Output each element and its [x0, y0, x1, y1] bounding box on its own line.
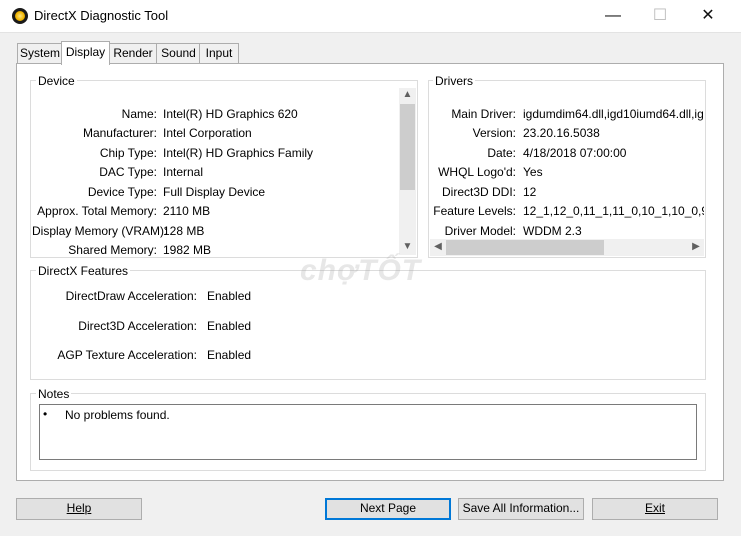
date-value: 4/18/2018 07:00:00	[523, 146, 627, 160]
vram-label: Display Memory (VRAM):	[32, 224, 168, 238]
title-bar: DirectX Diagnostic Tool — ☐ ✕	[0, 0, 741, 33]
whql-value: Yes	[523, 165, 543, 179]
device-name-value: Intel(R) HD Graphics 620	[163, 107, 298, 121]
scroll-left-arrow-icon[interactable]: ◀	[431, 241, 445, 252]
notes-bullet: •	[43, 407, 48, 421]
tab-sound[interactable]: Sound	[156, 43, 201, 63]
save-all-button-label: Save All Information...	[462, 501, 580, 515]
feature-levels-value: 12_1,12_0,11_1,11_0,10_1,10_0,9_3	[523, 204, 704, 218]
drivers-info-list: Main Driver: igdumdim64.dll,igd10iumd64.…	[430, 104, 704, 238]
device-type-value: Full Display Device	[163, 185, 266, 199]
close-button[interactable]: ✕	[685, 0, 731, 32]
scroll-up-arrow-icon[interactable]: ▲	[399, 89, 416, 100]
exit-button-label: Exit	[644, 501, 665, 515]
whql-label: WHQL Logo'd:	[438, 165, 516, 179]
dac-type-value: Internal	[163, 165, 204, 179]
notes-title: Notes	[36, 387, 72, 401]
main-driver-value: igdumdim64.dll,igd10iumd64.dll,igd10iu	[523, 107, 704, 121]
device-scroll-thumb[interactable]	[400, 104, 415, 190]
direct3d-accel-value: Enabled	[207, 319, 252, 333]
notes-text: No problems found.	[65, 408, 170, 422]
version-value: 23.20.16.5038	[523, 126, 600, 140]
watermark: chợTỐT	[300, 254, 422, 287]
tab-system[interactable]: System	[17, 43, 63, 63]
exit-button[interactable]: Exit	[592, 498, 718, 520]
drivers-horizontal-scrollbar[interactable]: ◀ ▶	[430, 239, 704, 256]
agp-texture-value: Enabled	[207, 348, 252, 362]
scroll-right-arrow-icon[interactable]: ▶	[689, 241, 703, 252]
direct3d-ddi-value: 12	[523, 185, 537, 199]
shared-memory-label: Shared Memory:	[68, 243, 157, 256]
tab-render[interactable]: Render	[108, 43, 158, 63]
device-group-title: Device	[36, 74, 77, 88]
total-memory-label: Approx. Total Memory:	[37, 204, 157, 218]
driver-model-value: WDDM 2.3	[523, 224, 582, 238]
window-title: DirectX Diagnostic Tool	[34, 8, 169, 23]
directdraw-value: Enabled	[207, 289, 252, 303]
help-button-label: Help	[66, 501, 92, 515]
manufacturer-value: Intel Corporation	[163, 126, 252, 140]
tab-input[interactable]: Input	[199, 43, 239, 63]
directx-features-title: DirectX Features	[36, 264, 131, 278]
drivers-scroll-thumb[interactable]	[446, 240, 604, 255]
shared-memory-value: 1982 MB	[163, 243, 212, 256]
maximize-button[interactable]: ☐	[637, 0, 683, 32]
minimize-button[interactable]: —	[590, 0, 636, 32]
chip-type-value: Intel(R) HD Graphics Family	[163, 146, 314, 160]
notes-textbox[interactable]: • No problems found.	[39, 404, 697, 460]
help-button[interactable]: Help	[16, 498, 142, 520]
agp-texture-label: AGP Texture Acceleration:	[57, 348, 197, 362]
scroll-down-arrow-icon[interactable]: ▼	[399, 241, 416, 252]
tab-display[interactable]: Display	[61, 41, 110, 65]
vram-value: 128 MB	[163, 224, 205, 238]
device-vertical-scrollbar[interactable]: ▲ ▼	[399, 88, 416, 255]
next-page-button-label: Next Page	[359, 501, 417, 515]
device-info-list: Name: Intel(R) HD Graphics 620 Manufactu…	[32, 104, 398, 256]
device-name-label: Name:	[121, 107, 157, 121]
driver-model-label: Driver Model:	[444, 224, 516, 238]
manufacturer-label: Manufacturer:	[82, 126, 157, 140]
save-all-information-button[interactable]: Save All Information...	[458, 498, 584, 520]
directx-app-icon	[12, 8, 28, 24]
directdraw-label: DirectDraw Acceleration:	[65, 289, 197, 303]
version-label: Version:	[472, 126, 516, 140]
direct3d-accel-label: Direct3D Acceleration:	[78, 319, 197, 333]
device-type-label: Device Type:	[87, 185, 157, 199]
feature-levels-label: Feature Levels:	[433, 204, 516, 218]
date-label: Date:	[487, 146, 516, 160]
total-memory-value: 2110 MB	[163, 204, 211, 218]
drivers-group-title: Drivers	[433, 74, 475, 88]
chip-type-label: Chip Type:	[99, 146, 157, 160]
next-page-button[interactable]: Next Page	[325, 498, 451, 520]
main-driver-label: Main Driver:	[451, 107, 516, 121]
dac-type-label: DAC Type:	[99, 165, 157, 179]
direct3d-ddi-label: Direct3D DDI:	[441, 185, 516, 199]
